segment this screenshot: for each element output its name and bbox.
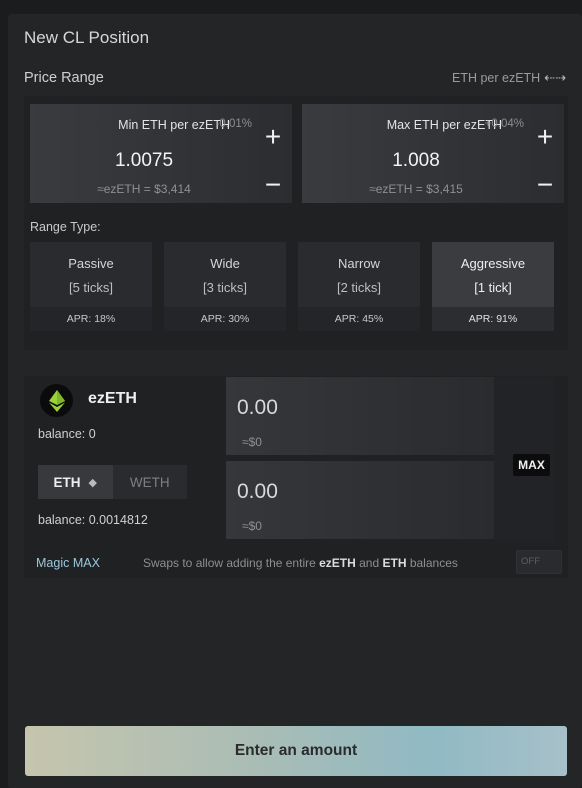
range-type-name: Aggressive bbox=[460, 256, 526, 271]
magic-max-toggle[interactable]: OFF bbox=[516, 550, 562, 574]
weth-option[interactable]: WETH bbox=[113, 465, 188, 499]
eth-weth-toggle[interactable]: ETH ◆ WETH bbox=[38, 465, 187, 499]
eth-option[interactable]: ETH ◆ bbox=[38, 465, 113, 499]
magic-desc-pre: Swaps to allow adding the entire bbox=[143, 556, 320, 570]
max-price-decrease-button[interactable]: − bbox=[532, 171, 558, 199]
magic-desc-token2: ETH bbox=[382, 556, 407, 570]
min-price-increase-button[interactable]: + bbox=[260, 123, 286, 151]
range-type-aggressive[interactable]: Aggressive [1 tick] APR: 91% bbox=[432, 242, 554, 331]
max-price-card: Max ETH per ezETH +0.04% 1.008 ≈ezETH = … bbox=[302, 104, 564, 203]
weth-option-label: WETH bbox=[129, 474, 170, 490]
range-type-name: Narrow bbox=[338, 256, 380, 271]
magic-max-description: Swaps to allow adding the entire ezETH a… bbox=[143, 556, 458, 570]
ezeth-token-icon bbox=[40, 384, 73, 417]
token1-amount-usd: ≈$0 bbox=[242, 435, 262, 449]
range-type-apr: APR: 45% bbox=[298, 307, 420, 331]
range-type-name: Passive bbox=[68, 256, 114, 271]
max-price-increase-button[interactable]: + bbox=[532, 123, 558, 151]
max-button[interactable]: MAX bbox=[513, 454, 550, 476]
range-type-narrow[interactable]: Narrow [2 ticks] APR: 45% bbox=[298, 242, 420, 331]
min-price-input[interactable]: 1.0075 bbox=[30, 150, 258, 172]
magic-max-label: Magic MAX bbox=[36, 556, 100, 570]
token2-amount-value: 0.00 bbox=[237, 480, 278, 503]
magic-desc-post: balances bbox=[406, 556, 458, 570]
magic-desc-mid: and bbox=[355, 556, 383, 570]
price-unit-label: ETH per ezETH bbox=[451, 71, 541, 85]
range-type-apr: APR: 18% bbox=[30, 307, 152, 331]
token1-amount-input[interactable]: 0.00 ≈$0 bbox=[226, 377, 494, 455]
token2-balance: balance: 0.0014812 bbox=[38, 513, 148, 527]
eth-icon: ◆ bbox=[88, 476, 97, 489]
eth-option-label: ETH bbox=[53, 474, 81, 490]
min-price-usd: ≈ezETH = $3,414 bbox=[97, 182, 191, 196]
max-price-pct: +0.04% bbox=[484, 118, 524, 130]
deposit-box: ezETH balance: 0 0.00 ≈$0 0.00 ≈$0 MAX E… bbox=[24, 376, 568, 578]
price-unit-toggle[interactable]: ETH per ezETH ⇠⇢ bbox=[452, 70, 566, 86]
range-type-wide[interactable]: Wide [3 ticks] APR: 30% bbox=[164, 242, 286, 331]
price-range-box: Min ETH per ezETH -0.01% 1.0075 ≈ezETH =… bbox=[24, 96, 568, 350]
range-type-apr: APR: 91% bbox=[432, 307, 554, 331]
token1-amount-value: 0.00 bbox=[237, 396, 278, 419]
max-price-input[interactable]: 1.008 bbox=[302, 150, 530, 172]
range-type-apr: APR: 30% bbox=[164, 307, 286, 331]
token2-amount-input[interactable]: 0.00 ≈$0 bbox=[226, 461, 494, 539]
range-type-passive[interactable]: Passive [5 ticks] APR: 18% bbox=[30, 242, 152, 331]
min-price-card: Min ETH per ezETH -0.01% 1.0075 ≈ezETH =… bbox=[30, 104, 292, 203]
range-type-label: Range Type: bbox=[30, 220, 101, 234]
swap-arrows-icon[interactable]: ⇠⇢ bbox=[544, 70, 566, 86]
range-type-name: Wide bbox=[210, 256, 240, 271]
magic-desc-token1: ezETH bbox=[319, 556, 356, 570]
range-type-ticks: [1 tick] bbox=[474, 280, 512, 295]
min-price-decrease-button[interactable]: − bbox=[260, 171, 286, 199]
min-price-label: Min ETH per ezETH bbox=[118, 118, 230, 132]
panel-title: New CL Position bbox=[24, 28, 150, 47]
token2-amount-usd: ≈$0 bbox=[242, 519, 262, 533]
max-price-usd: ≈ezETH = $3,415 bbox=[369, 182, 463, 196]
submit-button[interactable]: Enter an amount bbox=[25, 726, 567, 776]
price-range-label: Price Range bbox=[24, 70, 104, 86]
range-type-ticks: [2 ticks] bbox=[336, 280, 382, 295]
range-type-ticks: [3 ticks] bbox=[202, 280, 248, 295]
range-type-ticks: [5 ticks] bbox=[68, 280, 114, 295]
token1-name: ezETH bbox=[88, 390, 137, 407]
max-price-label: Max ETH per ezETH bbox=[386, 118, 502, 132]
token1-balance: balance: 0 bbox=[38, 427, 96, 441]
min-price-pct: -0.01% bbox=[215, 118, 252, 130]
